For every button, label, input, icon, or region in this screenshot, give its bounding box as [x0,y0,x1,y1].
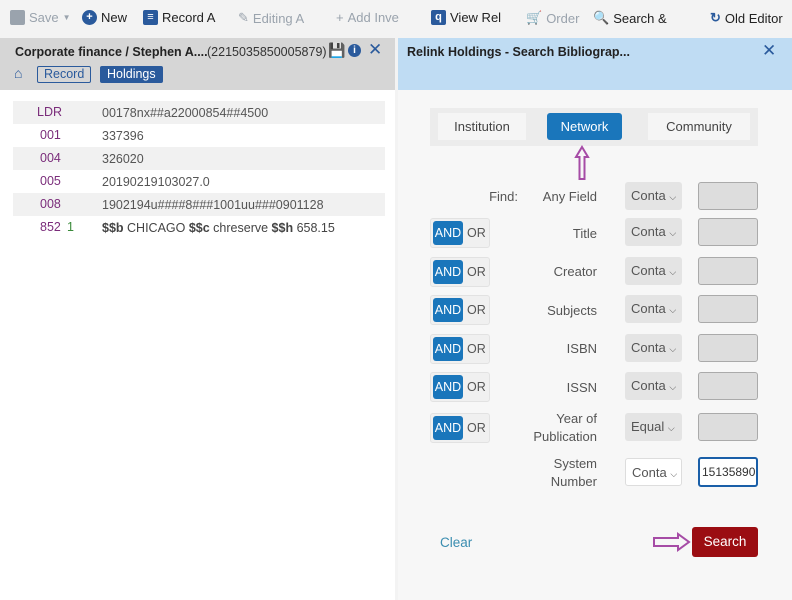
and-or-toggle[interactable]: AND OR [430,295,490,325]
home-icon[interactable]: ⌂ [14,65,22,81]
year-input[interactable] [698,413,758,441]
annotation-right-arrow [653,532,691,552]
record-actions-button[interactable]: ≡ Record A [143,10,215,25]
close-icon[interactable]: ✕ [368,40,382,60]
any-field-input[interactable] [698,182,758,210]
tab-network[interactable]: Network [547,113,622,140]
save-icon [10,10,25,25]
save-button[interactable]: Save ▼ [10,10,71,25]
holdings-tab[interactable]: Holdings [100,66,163,83]
info-icon[interactable]: i [348,44,361,57]
operator-select[interactable]: Conta ⌵ [625,295,682,323]
operator-select[interactable]: Conta ⌵ [625,372,682,400]
caret-down-icon: ▼ [62,13,71,22]
record-icon: ≡ [143,10,158,25]
editing-actions-button[interactable]: ✎ Editing A [238,10,304,26]
chevron-down-icon: ⌵ [669,228,677,238]
operator-select[interactable]: Equal ⌵ [625,413,682,441]
old-editor-button[interactable]: ↻ Old Editor [710,10,783,26]
marc-field-row[interactable]: 008 1902194u####8###1001uu###0901128 [13,193,385,216]
view-related-button[interactable]: q View Rel [431,10,501,25]
and-or-toggle[interactable]: AND OR [430,218,490,248]
chevron-down-icon: ⌵ [669,344,677,354]
creator-input[interactable] [698,257,758,285]
operator-select[interactable]: Conta ⌵ [625,458,682,486]
order-button[interactable]: 🛒 Order [526,10,579,26]
search-box-icon: q [431,10,446,25]
find-label: Find: [489,189,518,204]
marc-field-row[interactable]: 001 337396 [13,124,385,147]
issn-input[interactable] [698,372,758,400]
tab-community[interactable]: Community [648,113,750,140]
operator-select[interactable]: Conta ⌵ [625,257,682,285]
title-input[interactable] [698,218,758,246]
operator-select[interactable]: Conta ⌵ [625,334,682,362]
scope-tabs: Institution Network Community [430,108,758,146]
tab-institution[interactable]: Institution [438,113,526,140]
save-icon[interactable]: 💾 [328,42,345,59]
cart-icon: 🛒 [526,10,543,25]
operator-select[interactable]: Conta ⌵ [625,218,682,246]
system-number-input[interactable]: 15135890 [698,457,758,487]
relink-panel-header: Relink Holdings - Search Bibliograp... ✕ [398,38,792,90]
panel-title: Relink Holdings - Search Bibliograp... [407,45,630,59]
search-button[interactable]: Search [692,527,758,557]
marc-field-row[interactable]: 005 20190219103027.0 [13,170,385,193]
record-id: (2215035850005879) [207,45,327,59]
subjects-input[interactable] [698,295,758,323]
chevron-down-icon: ⌵ [669,305,677,315]
record-panel-header: Corporate finance / Stephen A.... (22150… [0,38,395,90]
record-tab[interactable]: Record [37,66,92,83]
search-button-toolbar[interactable]: 🔍 Search & [593,10,667,26]
refresh-icon: ↻ [710,10,721,25]
and-or-toggle[interactable]: AND OR [430,372,490,402]
isbn-input[interactable] [698,334,758,362]
record-title: Corporate finance / Stephen A.... [15,45,208,59]
relink-search-panel: Relink Holdings - Search Bibliograp... ✕… [398,38,792,600]
annotation-up-arrow [574,145,590,180]
chevron-down-icon: ⌵ [669,382,677,392]
clear-link[interactable]: Clear [440,535,472,550]
close-icon[interactable]: ✕ [762,41,776,61]
marc-field-row[interactable]: 852 1 $$b CHICAGO $$c chreserve $$h 658.1… [13,216,385,239]
marc-field-row[interactable]: LDR 00178nx##a22000854##4500 [13,101,385,124]
chevron-down-icon: ⌵ [667,423,675,433]
record-panel: Corporate finance / Stephen A.... (22150… [0,38,395,600]
new-button[interactable]: + New [82,10,127,25]
marc-field-row[interactable]: 004 326020 [13,147,385,170]
chevron-down-icon: ⌵ [670,469,678,479]
plus-icon: + [336,10,344,25]
and-or-toggle[interactable]: AND OR [430,413,490,443]
toolbar: Save ▼ + New ≡ Record A ✎ Editing A + Add Inv… [0,0,792,38]
add-inventory-button[interactable]: + Add Inve [336,10,399,25]
operator-select[interactable]: Conta ⌵ [625,182,682,210]
search-icon: 🔍 [593,10,610,25]
chevron-down-icon: ⌵ [669,267,677,277]
and-or-toggle[interactable]: AND OR [430,257,490,287]
plus-circle-icon: + [82,10,97,25]
and-or-toggle[interactable]: AND OR [430,334,490,364]
chevron-down-icon: ⌵ [669,192,677,202]
pencil-icon: ✎ [238,10,249,25]
